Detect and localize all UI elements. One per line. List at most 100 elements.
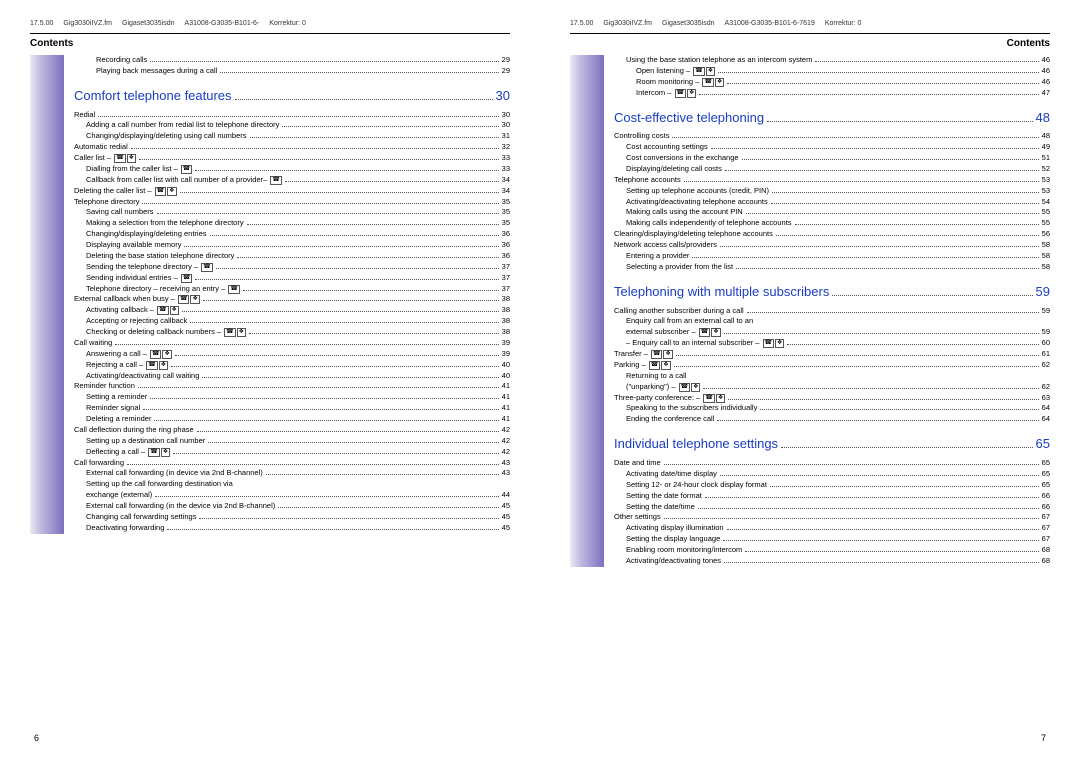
leader-dots xyxy=(725,170,1039,171)
toc-entry: Transfer – ☎❖61 xyxy=(614,349,1050,360)
toc-label: Changing/displaying/deleting entries xyxy=(86,229,207,240)
toc-label: Comfort telephone features xyxy=(74,87,232,106)
toc-page-number: 48 xyxy=(1036,109,1050,128)
toc-entry: Setting up telephone accounts (credit, P… xyxy=(626,186,1050,197)
toc-entry: Activating/deactivating tones68 xyxy=(626,556,1050,567)
toc-entry: Making a selection from the telephone di… xyxy=(86,218,510,229)
toc-label: Calling another subscriber during a call xyxy=(614,306,744,317)
toc-page-number: 35 xyxy=(502,218,510,229)
toc-page-number: 37 xyxy=(502,262,510,273)
toc-label: Setting the date/time xyxy=(626,502,695,513)
toc-entry: ("unparking") – ☎❖62 xyxy=(626,382,1050,393)
leader-dots xyxy=(131,148,499,149)
toc-label: Making a selection from the telephone di… xyxy=(86,218,244,229)
toc-label: Activating display illumination xyxy=(626,523,724,534)
toc-page-number: 59 xyxy=(1042,306,1050,317)
gradient-strip xyxy=(30,55,64,534)
toc-entry: Changing/displaying/deleting using call … xyxy=(86,131,510,142)
toc-page-number: 36 xyxy=(502,251,510,262)
toc-label: Changing call forwarding settings xyxy=(86,512,196,523)
toc-page-number: 66 xyxy=(1042,502,1050,513)
comfort-icon: ❖ xyxy=(661,361,670,370)
toc-page-number: 64 xyxy=(1042,403,1050,414)
toc-page-number: 65 xyxy=(1042,480,1050,491)
leader-dots xyxy=(150,61,498,62)
toc-page-number: 37 xyxy=(502,273,510,284)
toc-entry: Setting the display language67 xyxy=(626,534,1050,545)
toc-entry: Deactivating forwarding45 xyxy=(86,523,510,534)
leader-dots xyxy=(736,268,1039,269)
toc-page-number: 68 xyxy=(1042,545,1050,556)
toc-entry: Saving call numbers35 xyxy=(86,207,510,218)
toc-page-number: 34 xyxy=(502,175,510,186)
leader-dots xyxy=(285,181,499,182)
toc-page-number: 40 xyxy=(502,371,510,382)
contents-heading: Contents xyxy=(30,38,510,49)
leader-dots xyxy=(684,181,1039,182)
meta-item: Gig3030iIVZ.fm xyxy=(63,20,112,27)
comfort-icon: ❖ xyxy=(190,295,199,304)
toc-label: Sending individual entries – ☎ xyxy=(86,273,192,284)
toc-label: Telephoning with multiple subscribers xyxy=(614,283,829,302)
toc-entry: Cost accounting settings49 xyxy=(626,142,1050,153)
meta-item: A31008-G3035-B101-6-7619 xyxy=(725,20,815,27)
toc-page-number: 31 xyxy=(502,131,510,142)
toc-label: Answering a call – ☎❖ xyxy=(86,349,172,360)
toc-label: Three-party conference: – ☎❖ xyxy=(614,393,725,404)
toc-entry: Caller list – ☎❖33 xyxy=(74,153,510,164)
toc-label: Enquiry call from an external call to an xyxy=(626,316,753,327)
toc-entry: Changing/displaying/deleting entries36 xyxy=(86,229,510,240)
page-right: 17.5.00 Gig3030iIVZ.fm Gigaset3035isdn A… xyxy=(540,0,1080,763)
toc-entry: Displaying available memory36 xyxy=(86,240,510,251)
toc-page-number: 51 xyxy=(1042,153,1050,164)
toc-entry: Activating display illumination67 xyxy=(626,523,1050,534)
handset-icon: ☎ xyxy=(703,394,714,403)
leader-dots xyxy=(195,279,498,280)
leader-dots xyxy=(692,257,1038,258)
leader-dots xyxy=(787,344,1038,345)
toc-entry: Enquiry call from an external call to an xyxy=(626,316,1050,327)
page-body: Recording calls29Playing back messages d… xyxy=(30,55,510,534)
toc-entry: Displaying/deleting call costs52 xyxy=(626,164,1050,175)
leader-dots xyxy=(208,442,498,443)
toc-page-number: 44 xyxy=(502,490,510,501)
leader-dots xyxy=(220,72,498,73)
meta-right: 17.5.00 Gig3030iIVZ.fm Gigaset3035isdn A… xyxy=(570,20,1050,27)
leader-dots xyxy=(216,268,499,269)
handset-icon: ☎ xyxy=(699,328,710,337)
toc-entry: Entering a provider58 xyxy=(626,251,1050,262)
toc-label: Clearing/displaying/deleting telephone a… xyxy=(614,229,773,240)
toc-entry: Deflecting a call – ☎❖42 xyxy=(86,447,510,458)
toc-entry: Callback from caller list with call numb… xyxy=(86,175,510,186)
toc-page-number: 42 xyxy=(502,436,510,447)
toc-page-number: 38 xyxy=(502,294,510,305)
toc-entry: Telephone directory35 xyxy=(74,197,510,208)
toc-entry: Ending the conference call64 xyxy=(626,414,1050,425)
toc-page-number: 65 xyxy=(1042,469,1050,480)
toc-label: Activating callback – ☎❖ xyxy=(86,305,179,316)
leader-dots xyxy=(143,409,498,410)
toc-entry: Activating/deactivating telephone accoun… xyxy=(626,197,1050,208)
handset-icon: ☎ xyxy=(114,154,125,163)
toc-label: External call forwarding (in the device … xyxy=(86,501,275,512)
toc-page-number: 41 xyxy=(502,381,510,392)
toc-entry: Recording calls29 xyxy=(96,55,510,66)
leader-dots xyxy=(243,290,499,291)
leader-dots xyxy=(157,213,499,214)
toc-page-number: 29 xyxy=(502,66,510,77)
toc-label: Individual telephone settings xyxy=(614,435,778,454)
comfort-icon: ❖ xyxy=(711,328,720,337)
page-left: 17.5.00 Gig3030iIVZ.fm Gigaset3035isdn A… xyxy=(0,0,540,763)
toc-entry: External call forwarding (in the device … xyxy=(86,501,510,512)
leader-dots xyxy=(727,529,1039,530)
toc-page-number: 59 xyxy=(1042,327,1050,338)
divider xyxy=(570,33,1050,34)
toc-label: Room monitoring – ☎❖ xyxy=(636,77,724,88)
leader-dots xyxy=(247,224,499,225)
comfort-icon: ❖ xyxy=(716,394,725,403)
leader-dots xyxy=(182,311,499,312)
toc-entry: Room monitoring – ☎❖46 xyxy=(636,77,1050,88)
toc-page-number: 46 xyxy=(1042,66,1050,77)
toc-label: Entering a provider xyxy=(626,251,689,262)
leader-dots xyxy=(728,399,1038,400)
